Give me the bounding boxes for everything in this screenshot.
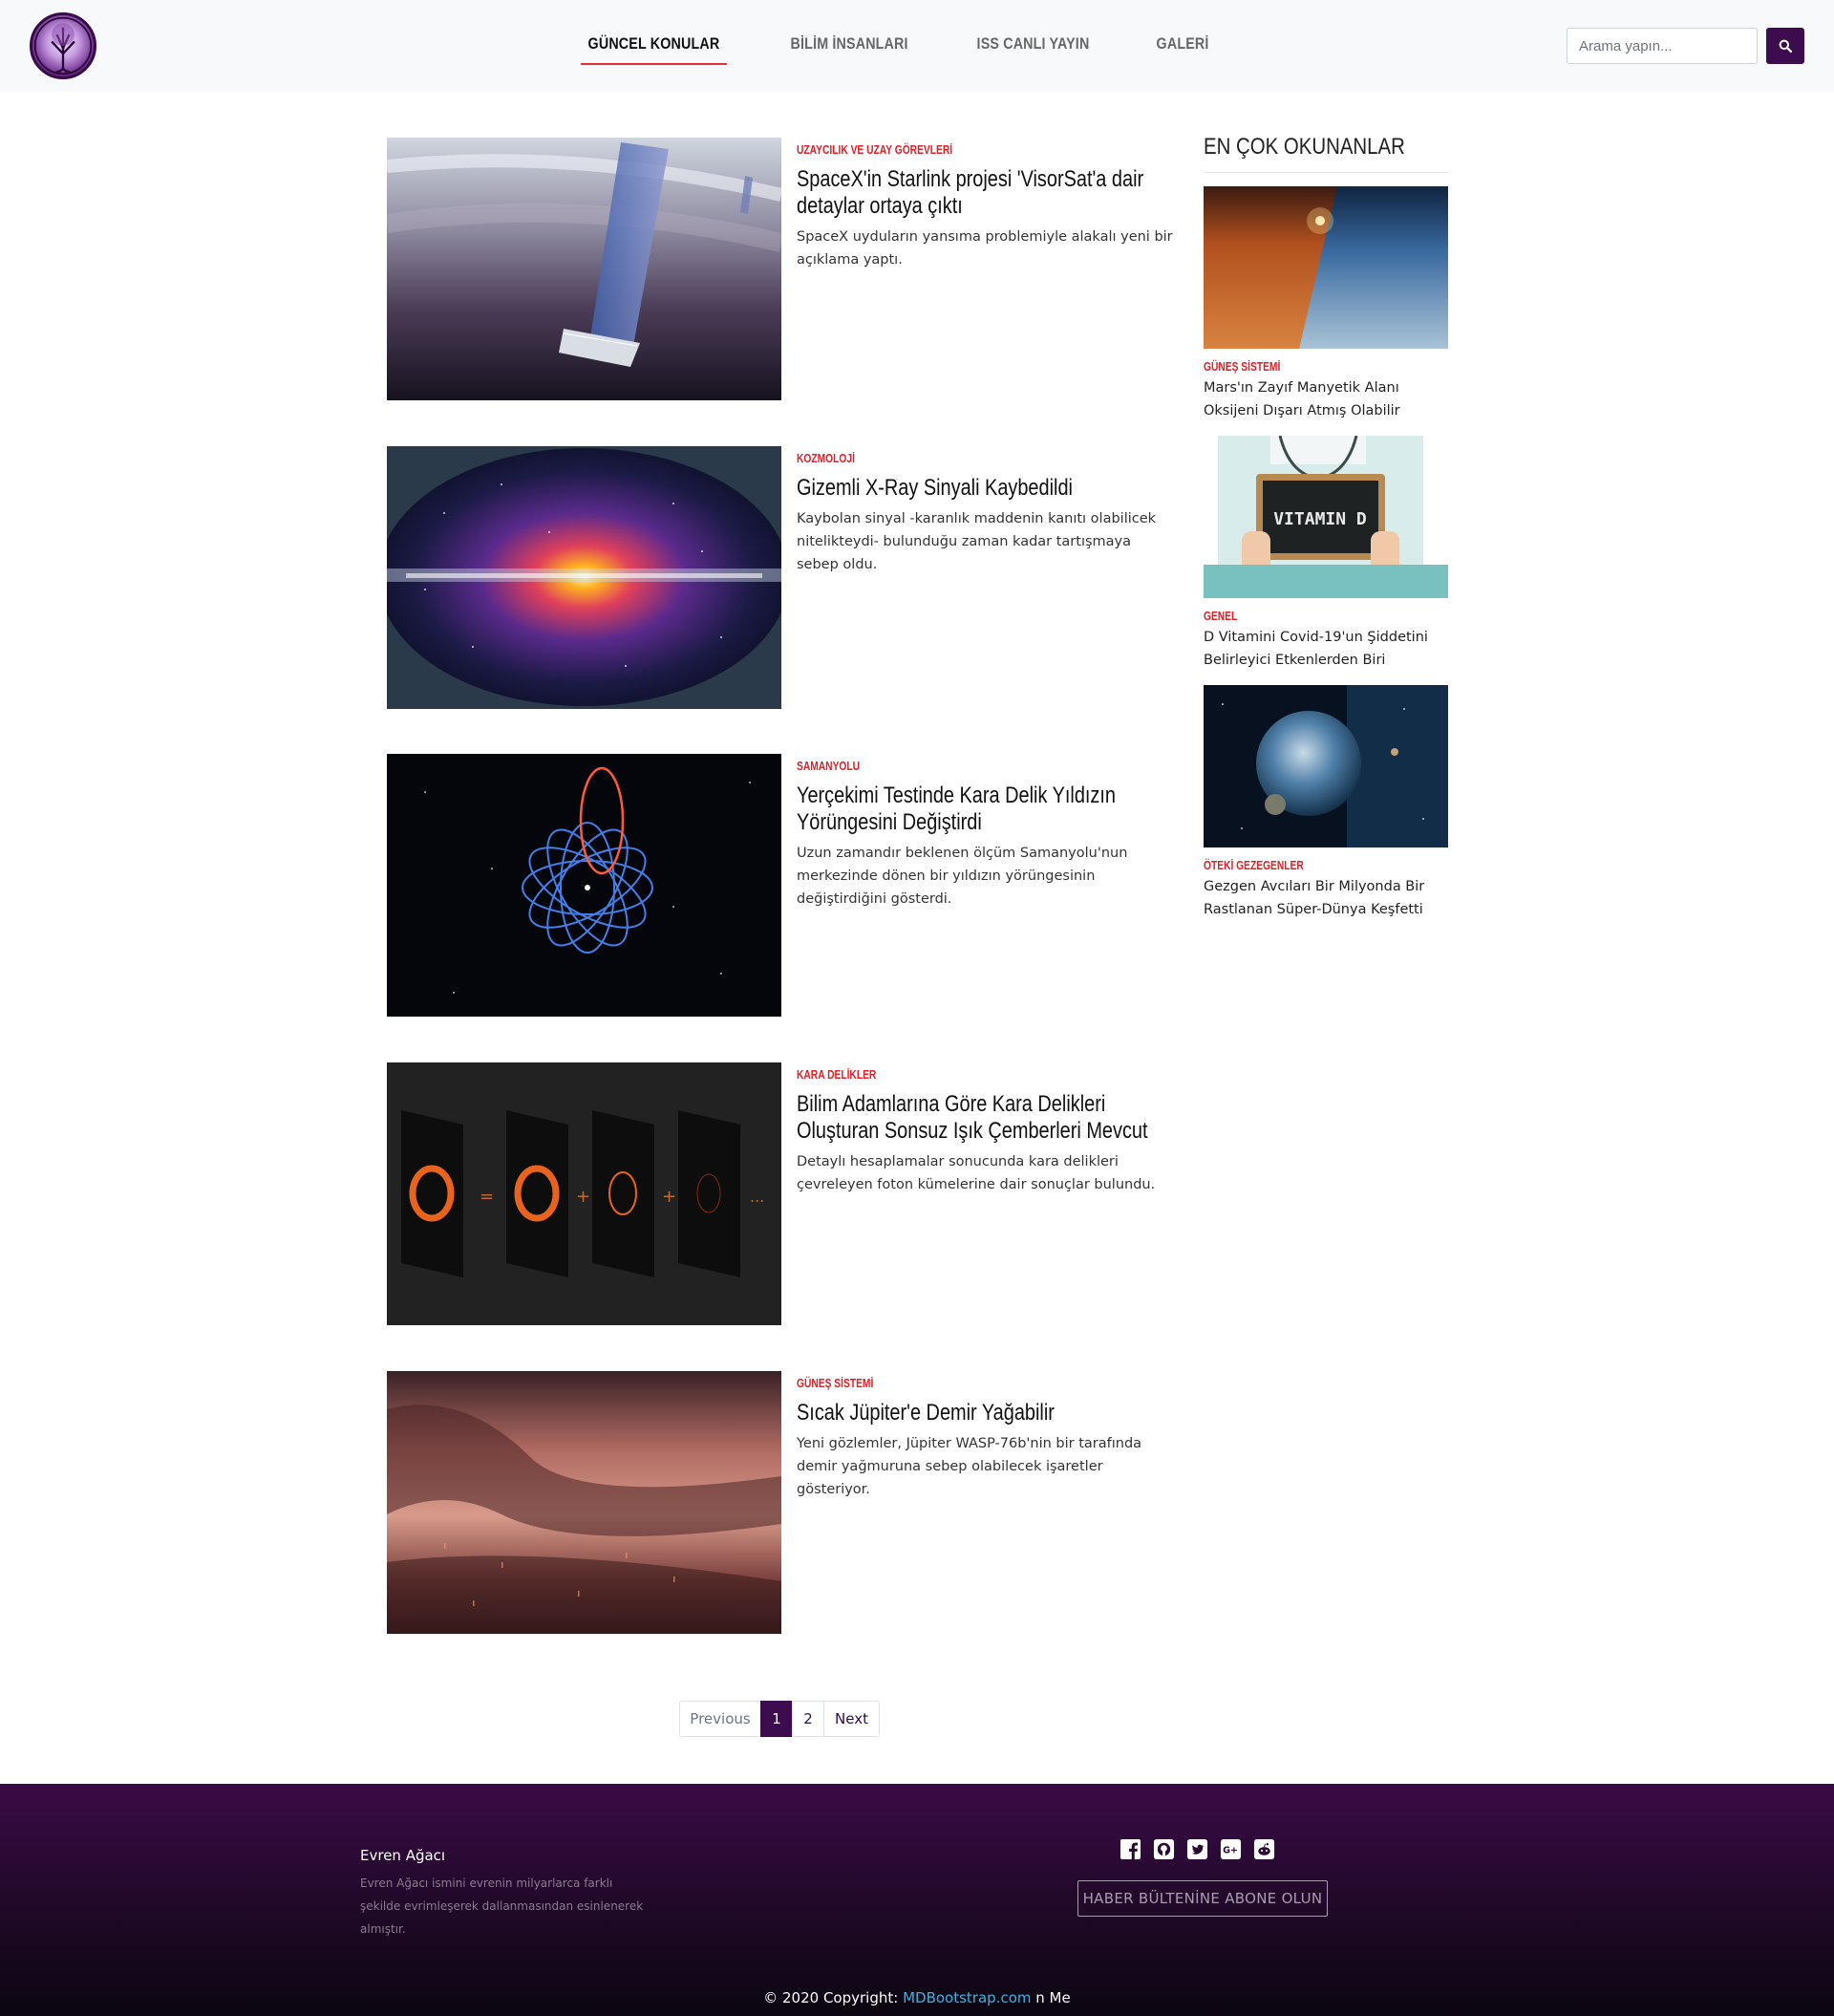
- svg-text:...: ...: [750, 1188, 764, 1206]
- sidebar-item: GÜNEŞ SİSTEMİ Mars'ın Zayıf Manyetik Ala…: [1204, 186, 1448, 422]
- super-earth-image[interactable]: [1204, 685, 1448, 847]
- sidebar-title[interactable]: Gezgen Avcıları Bir Milyonda Bir Rastlan…: [1204, 875, 1448, 921]
- nav-link-guncel-konular[interactable]: GÜNCEL KONULAR: [581, 29, 727, 65]
- most-read-sidebar: EN ÇOK OKUNANLAR GÜNEŞ SİSTEMİ Mars'ın Z…: [1204, 134, 1448, 934]
- vitamin-d-chalk-text: VITAMIN D: [1273, 509, 1367, 529]
- sidebar-item: VITAMIN D GENEL D Vitamini Covid-19'un Ş…: [1204, 436, 1448, 672]
- sidebar-item: ÖTEKİ GEZEGENLER Gezgen Avcıları Bir Mil…: [1204, 685, 1448, 921]
- facebook-icon[interactable]: [1120, 1838, 1141, 1860]
- github-icon[interactable]: [1153, 1838, 1175, 1860]
- article-title[interactable]: Bilim Adamlarına Göre Kara Delikleri Olu…: [797, 1091, 1169, 1145]
- twitter-icon[interactable]: [1186, 1838, 1208, 1860]
- article-body: GÜNEŞ SİSTEMİ Sıcak Jüpiter'e Demir Yağa…: [797, 1371, 1174, 1501]
- article-title[interactable]: Gizemli X-Ray Sinyali Kaybedildi: [797, 475, 1169, 502]
- google-plus-icon[interactable]: G+: [1220, 1838, 1242, 1860]
- search-icon: [1779, 39, 1792, 53]
- hot-jupiter-image[interactable]: [387, 1371, 781, 1634]
- nav-link-bilim-insanlari[interactable]: BİLİM İNSANLARI: [783, 29, 915, 65]
- sidebar-category[interactable]: GENEL: [1204, 610, 1404, 623]
- sidebar-divider: [1204, 172, 1448, 173]
- sidebar-title[interactable]: Mars'ın Zayıf Manyetik Alanı Oksijeni Dı…: [1204, 376, 1448, 422]
- newsletter-subscribe-button[interactable]: HABER BÜLTENİNE ABONE OLUN: [1077, 1880, 1328, 1917]
- article-description: Uzun zamandır beklenen ölçüm Samanyolu'n…: [797, 846, 1128, 907]
- copyright-prefix: © 2020 Copyright:: [763, 1989, 899, 2006]
- article-description: Detaylı hesaplamalar sonucunda kara deli…: [797, 1154, 1156, 1192]
- xray-galaxy-image[interactable]: [387, 446, 781, 709]
- article-description: Kaybolan sinyal -karanlık maddenin kanıt…: [797, 511, 1157, 572]
- next-page-button[interactable]: Next: [823, 1701, 880, 1737]
- article-body: KOZMOLOJİ Gizemli X-Ray Sinyali Kaybedil…: [797, 446, 1174, 576]
- article-category[interactable]: SAMANYOLU: [797, 760, 1106, 773]
- article-card: SAMANYOLU Yerçekimi Testinde Kara Delik …: [387, 754, 1170, 1017]
- mars-earth-image[interactable]: [1204, 186, 1448, 349]
- tree-of-life-logo[interactable]: [30, 12, 96, 79]
- svg-text:+: +: [576, 1187, 590, 1207]
- sidebar-category[interactable]: GÜNEŞ SİSTEMİ: [1204, 360, 1404, 374]
- article-category[interactable]: KOZMOLOJİ: [797, 452, 1106, 465]
- page-2-button[interactable]: 2: [792, 1701, 824, 1737]
- article-card: = + + ... KARA DELİKLER Bilim Adamlarına…: [387, 1062, 1170, 1325]
- footer-brand: Evren Ağacı: [360, 1847, 446, 1864]
- sidebar-heading: EN ÇOK OKUNANLAR: [1204, 134, 1405, 160]
- reddit-icon[interactable]: [1253, 1838, 1275, 1860]
- nav-link-galeri[interactable]: GALERİ: [1149, 29, 1216, 65]
- article-card: UZAYCILIK VE UZAY GÖREVLERİ SpaceX'in St…: [387, 138, 1173, 400]
- article-title[interactable]: SpaceX'in Starlink projesi 'VisorSat'a d…: [797, 166, 1169, 220]
- article-description: SpaceX uyduların yansıma problemiyle ala…: [797, 229, 1173, 268]
- svg-text:+: +: [662, 1187, 676, 1207]
- footer-description: Evren Ağacı ismini evrenin milyarlarca f…: [360, 1877, 644, 1936]
- article-category[interactable]: UZAYCILIK VE UZAY GÖREVLERİ: [797, 143, 1106, 157]
- article-card: GÜNEŞ SİSTEMİ Sıcak Jüpiter'e Demir Yağa…: [387, 1371, 1170, 1634]
- navbar: GÜNCEL KONULAR BİLİM İNSANLARI ISS CANLI…: [0, 0, 1834, 92]
- footer: Evren Ağacı Evren Ağacı ismini evrenin m…: [0, 1784, 1834, 2016]
- search-button[interactable]: [1766, 28, 1804, 64]
- article-body: SAMANYOLU Yerçekimi Testinde Kara Delik …: [797, 754, 1174, 911]
- article-description: Yeni gözlemler, Jüpiter WASP-76b'nin bir…: [797, 1436, 1142, 1497]
- sidebar-category[interactable]: ÖTEKİ GEZEGENLER: [1204, 859, 1404, 872]
- star-orbit-image[interactable]: [387, 754, 781, 1017]
- pagination: Previous 1 2 Next: [679, 1701, 880, 1737]
- svg-text:=: =: [480, 1187, 494, 1207]
- social-links: G+: [1120, 1838, 1275, 1860]
- article-body: KARA DELİKLER Bilim Adamlarına Göre Kara…: [797, 1062, 1174, 1196]
- copyright-link[interactable]: MDBootstrap.com: [903, 1989, 1031, 2006]
- svg-text:G+: G+: [1223, 1845, 1238, 1855]
- article-body: UZAYCILIK VE UZAY GÖREVLERİ SpaceX'in St…: [797, 138, 1174, 271]
- article-category[interactable]: KARA DELİKLER: [797, 1068, 1106, 1082]
- article-category[interactable]: GÜNEŞ SİSTEMİ: [797, 1377, 1106, 1390]
- nav-link-iss-canli-yayin[interactable]: ISS CANLI YAYIN: [970, 29, 1097, 65]
- black-hole-rings-image[interactable]: = + + ...: [387, 1062, 781, 1325]
- article-title[interactable]: Sıcak Jüpiter'e Demir Yağabilir: [797, 1400, 1169, 1426]
- sidebar-title[interactable]: D Vitamini Covid-19'un Şiddetini Belirle…: [1204, 626, 1448, 672]
- main-nav: GÜNCEL KONULAR BİLİM İNSANLARI ISS CANLI…: [581, 29, 1257, 65]
- article-card: KOZMOLOJİ Gizemli X-Ray Sinyali Kaybedil…: [387, 446, 1170, 709]
- previous-page-button[interactable]: Previous: [679, 1701, 761, 1737]
- copyright-suffix: n Me: [1035, 1989, 1071, 2006]
- copyright: © 2020 Copyright: MDBootstrap.com n Me: [0, 1989, 1834, 2006]
- starlink-satellite-image[interactable]: [387, 138, 781, 400]
- article-title[interactable]: Yerçekimi Testinde Kara Delik Yıldızın Y…: [797, 783, 1169, 836]
- page-1-button[interactable]: 1: [760, 1701, 793, 1737]
- vitamin-d-image[interactable]: VITAMIN D: [1204, 436, 1448, 598]
- search-input[interactable]: [1567, 28, 1758, 64]
